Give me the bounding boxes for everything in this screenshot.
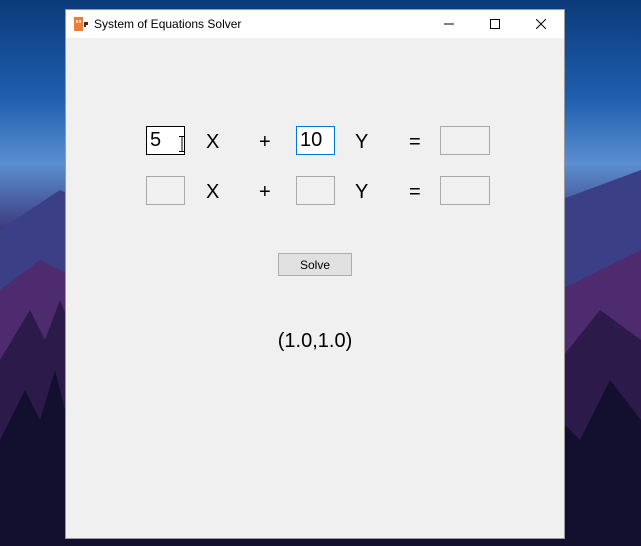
eq2-coefficient-a-field[interactable] (146, 176, 185, 205)
eq2-plus-label: + (259, 181, 271, 203)
window-title: System of Equations Solver (94, 17, 242, 31)
result-text: (1.0,1.0) (277, 330, 353, 352)
eq1-plus-label: + (259, 131, 271, 153)
solver-window: System of Equations Solver X + Y = X + Y… (65, 9, 565, 539)
eq2-x-label: X (206, 181, 220, 203)
maximize-icon (490, 19, 500, 29)
minimize-button[interactable] (426, 10, 472, 38)
text-cursor-icon (179, 136, 185, 152)
eq2-coefficient-b-field[interactable] (296, 176, 335, 205)
eq1-equals-label: = (409, 131, 421, 153)
eq1-y-label: Y (355, 131, 369, 153)
eq1-constant-field[interactable] (440, 126, 490, 155)
eq2-constant-field[interactable] (440, 176, 490, 205)
eq2-y-label: Y (355, 181, 369, 203)
app-icon (74, 17, 88, 31)
eq2-equals-label: = (409, 181, 421, 203)
close-icon (536, 19, 546, 29)
close-button[interactable] (518, 10, 564, 38)
minimize-icon (444, 23, 454, 25)
eq1-coefficient-b-field[interactable] (296, 126, 335, 155)
title-bar[interactable]: System of Equations Solver (66, 10, 564, 38)
eq1-x-label: X (206, 131, 220, 153)
solve-button[interactable]: Solve (278, 253, 352, 276)
maximize-button[interactable] (472, 10, 518, 38)
